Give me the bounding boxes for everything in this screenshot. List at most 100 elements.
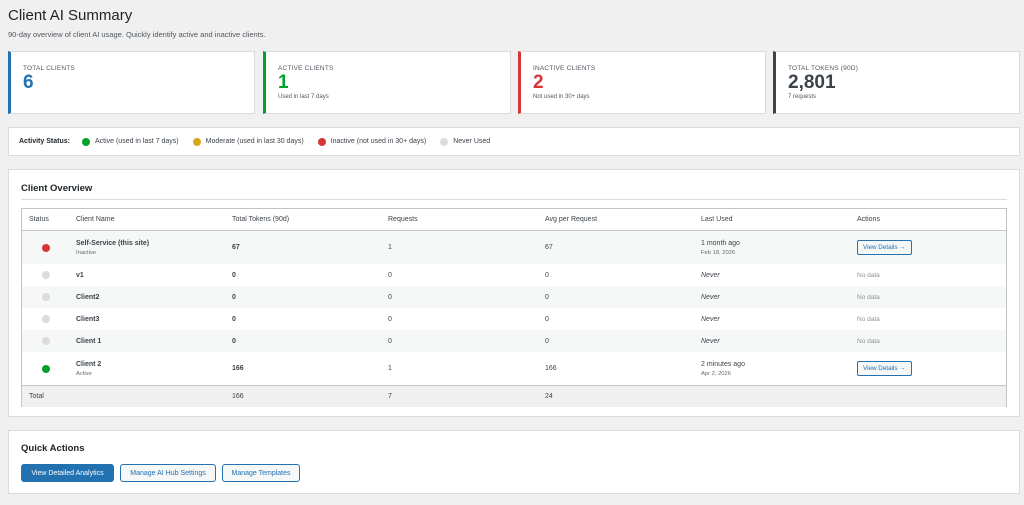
- status-cell: [29, 231, 69, 264]
- table-row: Client 1 0 0 0 Never No data: [22, 330, 1006, 352]
- status-cell: [29, 330, 69, 352]
- col-actions: Actions: [857, 216, 880, 223]
- stat-label: ACTIVE CLIENTS: [278, 65, 334, 72]
- avg-cell: 0: [545, 337, 549, 345]
- manage-ai-hub-settings-button[interactable]: Manage AI Hub Settings: [120, 464, 216, 482]
- legend-item-inactive: Inactive (not used in 30+ days): [317, 137, 427, 146]
- stat-value: 2,801: [788, 72, 836, 93]
- table-row: Client 2 Active 166 1 166 2 minutes ago …: [22, 352, 1006, 385]
- legend-item-moderate: Moderate (used in last 30 days): [192, 137, 304, 146]
- quick-actions-title: Quick Actions: [21, 443, 85, 454]
- no-data-text: No data: [857, 293, 880, 301]
- table-row: v1 0 0 0 Never No data: [22, 264, 1006, 286]
- client-overview-panel: Client Overview Status Client Name Total…: [8, 169, 1020, 417]
- stat-card-total-clients: TOTAL CLIENTS 6: [8, 51, 255, 114]
- stat-value: 1: [278, 72, 289, 93]
- col-total-tokens: Total Tokens (90d): [232, 216, 290, 223]
- no-data-text: No data: [857, 337, 880, 345]
- tokens-cell: 0: [232, 293, 236, 301]
- avg-cell: 0: [545, 271, 549, 279]
- client-state: Inactive: [76, 249, 96, 256]
- stat-card-inactive-clients: INACTIVE CLIENTS 2 Not used in 30+ days: [518, 51, 766, 114]
- never-used-dot-icon: [440, 137, 449, 146]
- total-requests: 7: [388, 393, 392, 400]
- tokens-cell: 166: [232, 365, 244, 372]
- table-row: Client3 0 0 0 Never No data: [22, 308, 1006, 330]
- tokens-cell: 0: [232, 271, 236, 279]
- last-used-cell: Never: [701, 315, 720, 323]
- stat-label: TOTAL TOKENS (90D): [788, 65, 859, 72]
- manage-templates-button[interactable]: Manage Templates: [222, 464, 300, 482]
- client-table: Status Client Name Total Tokens (90d) Re…: [21, 208, 1007, 407]
- client-name: Client 2: [76, 360, 102, 368]
- last-used-cell: 2 minutes ago Apr 2, 2026: [701, 352, 851, 385]
- client-name-cell: v1: [76, 264, 226, 286]
- status-cell: [29, 308, 69, 330]
- stat-value: 6: [23, 72, 34, 93]
- tokens-cell: 67: [232, 244, 240, 251]
- last-used-date: Feb 18, 2026: [701, 249, 736, 256]
- status-cell: [29, 352, 69, 385]
- stat-card-total-tokens: TOTAL TOKENS (90D) 2,801 7 requests: [773, 51, 1020, 114]
- col-status: Status: [29, 216, 49, 223]
- stat-sub: 7 requests: [788, 94, 817, 100]
- divider: [21, 199, 1007, 200]
- status-dot-icon: [42, 364, 50, 373]
- requests-cell: 0: [388, 271, 392, 279]
- view-details-button[interactable]: View Details →: [857, 240, 912, 255]
- page-subtitle: 90-day overview of client AI usage. Quic…: [8, 30, 266, 39]
- no-data-text: No data: [857, 315, 880, 323]
- status-cell: [29, 264, 69, 286]
- client-name-cell: Client3: [76, 308, 226, 330]
- view-details-button[interactable]: View Details →: [857, 361, 912, 376]
- requests-cell: 0: [388, 293, 392, 301]
- requests-cell: 1: [388, 244, 392, 251]
- status-dot-icon: [42, 293, 50, 301]
- status-dot-icon: [42, 243, 50, 252]
- legend-title: Activity Status:: [19, 138, 70, 145]
- last-used-cell: 1 month ago Feb 18, 2026: [701, 231, 851, 264]
- status-dot-icon: [42, 271, 50, 279]
- client-name-cell: Self-Service (this site) Inactive: [76, 231, 226, 264]
- last-used-cell: Never: [701, 271, 720, 279]
- no-data-text: No data: [857, 271, 880, 279]
- requests-cell: 0: [388, 315, 392, 323]
- col-requests: Requests: [388, 216, 418, 223]
- status-dot-icon: [42, 315, 50, 323]
- table-row: Client2 0 0 0 Never No data: [22, 286, 1006, 308]
- client-name: Client 1: [76, 337, 102, 345]
- avg-cell: 0: [545, 315, 549, 323]
- actions-cell: View Details →: [857, 352, 997, 385]
- client-name-cell: Client 1: [76, 330, 226, 352]
- activity-status-legend: Activity Status: Active (used in last 7 …: [8, 127, 1020, 156]
- active-dot-icon: [81, 137, 90, 146]
- legend-label: Moderate (used in last 30 days): [205, 138, 304, 145]
- legend-item-never-used: Never Used: [440, 137, 490, 146]
- moderate-dot-icon: [192, 137, 201, 146]
- stat-sub: Used in last 7 days: [278, 94, 329, 100]
- inactive-dot-icon: [317, 137, 326, 146]
- last-used-cell: Never: [701, 337, 720, 345]
- avg-cell: 0: [545, 293, 549, 301]
- last-used-relative: 1 month ago: [701, 239, 740, 247]
- page-title: Client AI Summary: [8, 7, 133, 24]
- requests-cell: 0: [388, 337, 392, 345]
- stat-label: INACTIVE CLIENTS: [533, 65, 596, 72]
- stat-sub: Not used in 30+ days: [533, 94, 590, 100]
- client-name-cell: Client 2 Active: [76, 352, 226, 385]
- total-label: Total: [29, 393, 44, 400]
- tokens-cell: 0: [232, 315, 236, 323]
- tokens-cell: 0: [232, 337, 236, 345]
- client-name: Client2: [76, 293, 100, 301]
- stat-label: TOTAL CLIENTS: [23, 65, 75, 72]
- page: Client AI Summary 90-day overview of cli…: [0, 0, 1024, 505]
- col-last-used: Last Used: [701, 216, 733, 223]
- legend-label: Inactive (not used in 30+ days): [330, 138, 427, 145]
- total-tokens: 166: [232, 393, 244, 400]
- legend-item-active: Active (used in last 7 days): [81, 137, 179, 146]
- col-avg-per-request: Avg per Request: [545, 216, 598, 223]
- client-name-cell: Client2: [76, 286, 226, 308]
- last-used-relative: 2 minutes ago: [701, 360, 745, 368]
- view-detailed-analytics-button[interactable]: View Detailed Analytics: [21, 464, 114, 482]
- status-cell: [29, 286, 69, 308]
